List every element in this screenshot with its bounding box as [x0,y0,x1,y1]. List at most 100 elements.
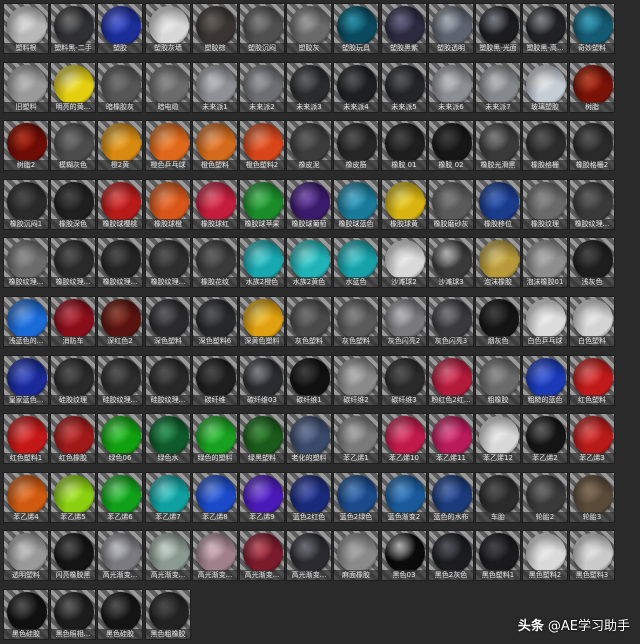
material-tile[interactable]: 暗电缆 [145,62,191,113]
material-tile[interactable]: 橡胶格栅2 [569,120,615,171]
material-tile[interactable]: 黑色塑料1 [475,530,521,581]
material-tile[interactable]: 塑胶棕 [192,3,238,54]
material-tile[interactable]: 白色塑料 [569,296,615,347]
material-tile[interactable]: 碳纤维03 [239,355,285,406]
material-tile[interactable]: 黑色塑料2 [522,530,568,581]
material-tile[interactable]: 黑色硅胶 [97,589,143,640]
material-tile[interactable]: 苯乙烯9 [239,472,285,523]
material-tile[interactable]: 皇家蓝色... [3,355,49,406]
material-tile[interactable]: 粗糙的蓝色 [522,355,568,406]
material-tile[interactable]: 浅蓝色的... [3,296,49,347]
material-tile[interactable]: 橡胶球橙 [145,179,191,230]
material-tile[interactable]: 绿色的塑料 [192,413,238,464]
material-tile[interactable]: 黑色粗橡胶 [145,589,191,640]
material-tile[interactable]: 深黄色塑料 [239,296,285,347]
material-tile[interactable]: 蓝色2绿色 [333,472,379,523]
material-tile[interactable]: 橡胶球红 [192,179,238,230]
material-tile[interactable]: 橡胶光滑黑 [475,120,521,171]
material-tile[interactable]: 绿黑塑料 [239,413,285,464]
material-tile[interactable]: 橡胶纹理... [97,237,143,288]
material-tile[interactable]: 水族2橙色 [239,237,285,288]
material-tile[interactable]: 黑色2灰色 [428,530,474,581]
material-tile[interactable]: 红色塑料 [569,355,615,406]
material-tile[interactable]: 浅灰色 [569,237,615,288]
material-tile[interactable]: 消防车 [50,296,96,347]
material-tile[interactable]: 水族2黄色 [286,237,332,288]
material-tile[interactable]: 明亮的黄... [50,62,96,113]
material-tile[interactable]: 旧塑料 [3,62,49,113]
material-tile[interactable]: 苯乙烯10 [381,413,427,464]
material-tile[interactable]: 塑料根 [3,3,49,54]
material-tile[interactable]: 玻璃塑胶 [522,62,568,113]
material-tile[interactable]: 塑胶黑-光面 [475,3,521,54]
material-tile[interactable]: 绿色水 [145,413,191,464]
material-tile[interactable]: 未来派2 [239,62,285,113]
material-tile[interactable]: 橡胶 01 [381,120,427,171]
material-tile[interactable]: 红色塑料1 [3,413,49,464]
material-tile[interactable]: 水蓝色 [333,237,379,288]
material-tile[interactable]: 树脂2 [3,120,49,171]
material-tile[interactable]: 白色乒乓球 [522,296,568,347]
material-tile[interactable]: 蓝色2红色 [286,472,332,523]
material-tile[interactable]: 暗橡胶灰 [97,62,143,113]
material-tile[interactable]: 橡胶磨砂灰 [428,179,474,230]
material-tile[interactable]: 硅胶纹理... [97,355,143,406]
material-tile[interactable]: 橡胶球苹果 [239,179,285,230]
material-tile[interactable]: 橡胶球葡萄 [286,179,332,230]
material-tile[interactable]: 橡胶纹理 [522,179,568,230]
material-tile[interactable]: 老化的塑料 [286,413,332,464]
material-tile[interactable]: 塑胶 [97,3,143,54]
material-tile[interactable]: 奇妙塑料 [569,3,615,54]
material-tile[interactable]: 橡胶格栅 [522,120,568,171]
material-tile[interactable]: 高光渐变... [192,530,238,581]
material-tile[interactable]: 粗橡胶 [475,355,521,406]
material-tile[interactable]: 橙色塑料2 [239,120,285,171]
material-tile[interactable]: 塑胶透明 [428,3,474,54]
material-tile[interactable]: 泡沫橡胶01 [522,237,568,288]
material-tile[interactable]: 粉红色2红... [428,355,474,406]
material-tile[interactable]: 苯乙烯8 [192,472,238,523]
material-tile[interactable]: 轮胎3 [569,472,615,523]
material-tile[interactable]: 未来派1 [192,62,238,113]
material-tile[interactable]: 未来派6 [428,62,474,113]
material-tile[interactable]: 透明塑料 [3,530,49,581]
material-tile[interactable]: 树脂 [569,62,615,113]
material-tile[interactable]: 未来派7 [475,62,521,113]
material-tile[interactable]: 苯乙烯12 [475,413,521,464]
material-tile[interactable]: 橙色乒乓球 [145,120,191,171]
material-tile[interactable]: 橡胶纹理... [3,237,49,288]
material-tile[interactable]: 泡沫橡胶 [475,237,521,288]
material-tile[interactable]: 塑胶黑-高... [522,3,568,54]
material-tile[interactable]: 塑胶沉闷 [239,3,285,54]
material-tile[interactable]: 苯乙烯11 [428,413,474,464]
material-tile[interactable]: 绿色06 [97,413,143,464]
material-tile[interactable]: 未来派3 [286,62,332,113]
material-tile[interactable]: 橡胶纹理... [569,179,615,230]
material-tile[interactable]: 苯乙烯6 [97,472,143,523]
material-tile[interactable]: 橡皮筋 [333,120,379,171]
material-tile[interactable]: 硅胶纹理... [145,355,191,406]
material-tile[interactable]: 塑胶玩具 [333,3,379,54]
material-tile[interactable]: 深色塑料6 [192,296,238,347]
material-tile[interactable]: 碳纤维 [192,355,238,406]
material-tile[interactable]: 沙滩球3 [428,237,474,288]
material-tile[interactable]: 硅胶纹理 [50,355,96,406]
material-tile[interactable]: 苯乙烯2 [522,413,568,464]
material-tile[interactable]: 橡胶沉闷1 [3,179,49,230]
material-tile[interactable]: 苯乙烯3 [569,413,615,464]
material-tile[interactable]: 高光渐变... [286,530,332,581]
material-tile[interactable]: 未来派4 [333,62,379,113]
material-tile[interactable]: 黑色硅胶 [3,589,49,640]
material-tile[interactable]: 深红色2 [97,296,143,347]
material-tile[interactable]: 轮胎2 [522,472,568,523]
material-tile[interactable]: 苯乙烯4 [3,472,49,523]
material-tile[interactable]: 碳纤维3 [381,355,427,406]
material-tile[interactable]: 蓝色的水布 [428,472,474,523]
material-tile[interactable]: 沙滩球2 [381,237,427,288]
material-tile[interactable]: 橡胶纹理... [145,237,191,288]
material-tile[interactable]: 橡胶深色 [50,179,96,230]
material-tile[interactable]: 塑胶灰 [286,3,332,54]
material-tile[interactable]: 黑色照相... [50,589,96,640]
material-tile[interactable]: 橙色塑料 [192,120,238,171]
material-tile[interactable]: 苯乙烯7 [145,472,191,523]
